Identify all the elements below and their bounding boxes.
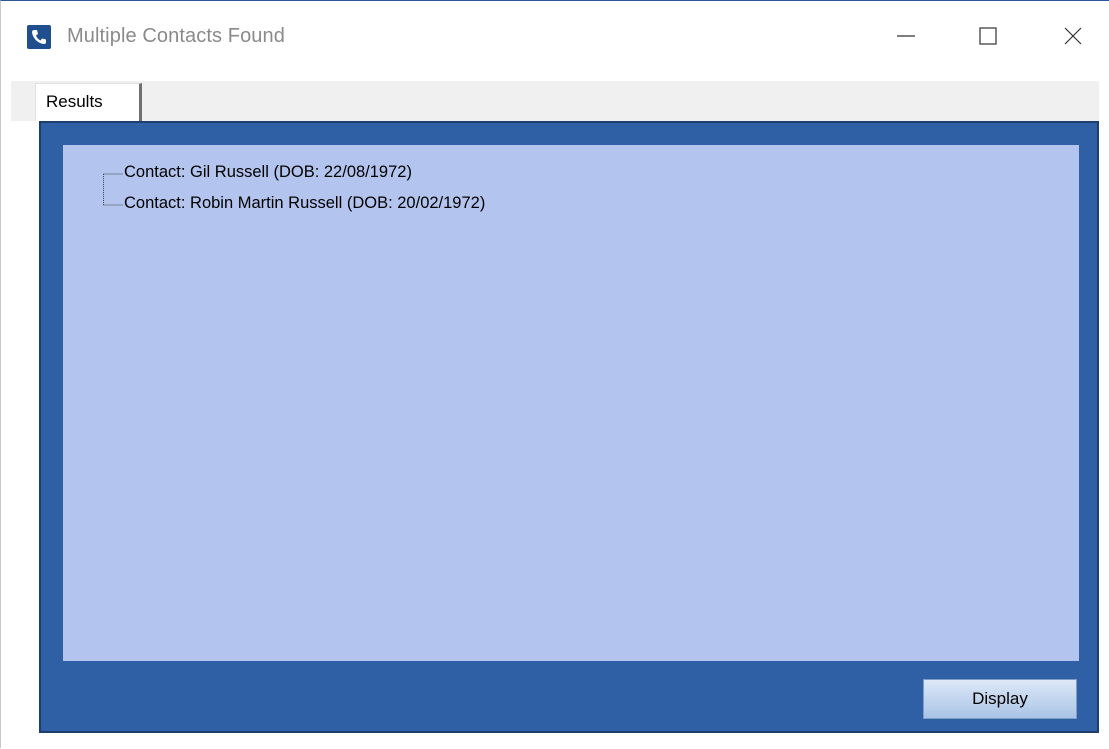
tree-item-contact[interactable]: Contact: Gil Russell (DOB: 22/08/1972) (124, 163, 412, 182)
window-title: Multiple Contacts Found (67, 25, 285, 47)
maximize-button[interactable] (963, 15, 1013, 59)
tree-connector-lines (103, 173, 123, 206)
minimize-button[interactable] (881, 15, 931, 59)
results-tree[interactable]: Contact: Gil Russell (DOB: 22/08/1972) C… (63, 145, 1079, 661)
title-bar[interactable]: Multiple Contacts Found (1, 1, 1109, 79)
dialog-window: Multiple Contacts Found Results Contact:… (0, 0, 1109, 749)
tab-strip: Results (11, 81, 1099, 121)
phone-icon (27, 25, 51, 49)
tab-label: Results (46, 92, 103, 111)
results-panel: Contact: Gil Russell (DOB: 22/08/1972) C… (39, 121, 1099, 733)
display-button[interactable]: Display (923, 679, 1077, 719)
minimize-icon (897, 35, 915, 37)
maximize-icon (979, 27, 997, 45)
tree-item-contact[interactable]: Contact: Robin Martin Russell (DOB: 20/0… (124, 194, 485, 213)
close-icon (1064, 27, 1082, 45)
close-button[interactable] (1048, 15, 1098, 59)
tab-results[interactable]: Results (35, 83, 142, 121)
